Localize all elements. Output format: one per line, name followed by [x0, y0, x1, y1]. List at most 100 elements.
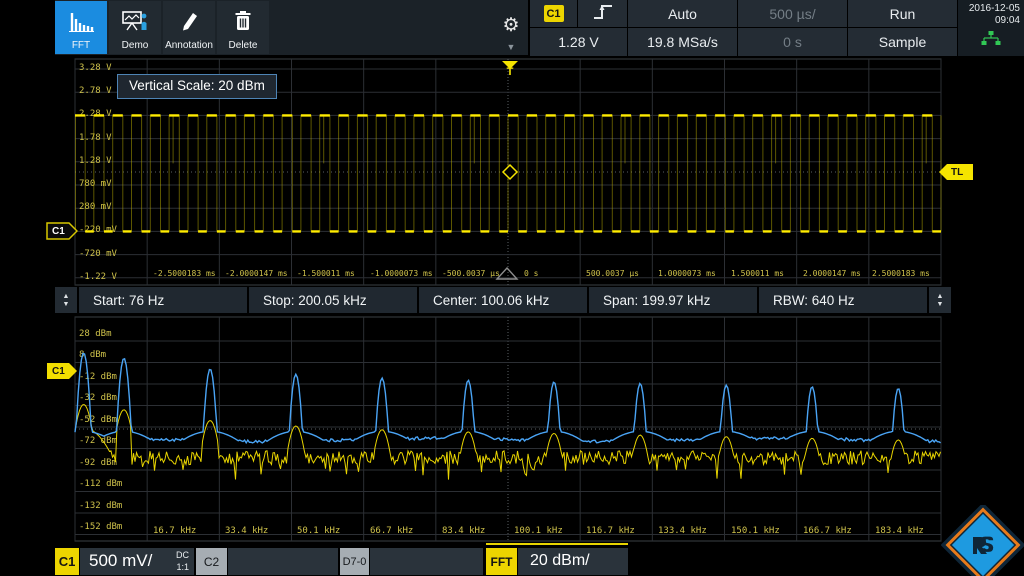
fft-bar-left-spinner[interactable]: ▲▼: [55, 287, 77, 313]
fft-info-bar: ▲▼ Start: 76 Hz Stop: 200.05 kHz Center:…: [55, 287, 951, 313]
dbm-label: -52 dBm: [79, 415, 117, 425]
freq-label: 100.1 kHz: [514, 526, 563, 536]
settings-gear-icon[interactable]: ⚙: [498, 12, 524, 38]
fft-bar-right-spinner[interactable]: ▲▼: [929, 287, 951, 313]
horizontal-position-cell[interactable]: 0 s: [738, 28, 847, 56]
fft-badge[interactable]: FFT: [486, 548, 517, 575]
trash-icon: [234, 1, 252, 40]
sample-rate-cell[interactable]: 19.8 MSa/s: [628, 28, 737, 56]
trigger-slope-cell[interactable]: [578, 0, 627, 27]
c1-channel-offset-marker[interactable]: C1: [46, 222, 78, 240]
trigger-mode-cell[interactable]: Auto: [628, 0, 737, 27]
dbm-label: -112 dBm: [79, 479, 122, 489]
annotation-button[interactable]: Annotation: [163, 1, 215, 54]
freq-label: 50.1 kHz: [297, 526, 340, 536]
t-label: -1.500011 ms: [297, 269, 355, 278]
dbm-label: -132 dBm: [79, 501, 122, 511]
t-label: -2.0000147 ms: [225, 269, 288, 278]
delete-button[interactable]: Delete: [217, 1, 269, 54]
v-label: 1.28 V: [79, 156, 112, 166]
trigger-position-marker[interactable]: T: [500, 57, 520, 81]
t-label: 2.0000147 ms: [803, 269, 861, 278]
c1-channel-badge[interactable]: C1: [55, 548, 79, 575]
timebase-cell[interactable]: 500 µs/: [738, 0, 847, 27]
t-label: -500.0037 µs: [442, 269, 500, 278]
c1-fft-channel-marker[interactable]: C1: [46, 362, 78, 380]
fft-scale-cell[interactable]: 20 dBm/: [518, 548, 628, 575]
freq-label: 66.7 kHz: [370, 526, 413, 536]
toolbar-collapse-arrow[interactable]: ▼: [504, 42, 518, 52]
c2-scale-cell[interactable]: [228, 548, 338, 575]
t-label: 0 s: [524, 269, 538, 278]
t-label: -2.5000183 ms: [153, 269, 216, 278]
t-label: 1.0000073 ms: [658, 269, 716, 278]
t-label: 2.5000183 ms: [872, 269, 930, 278]
dbm-label: -152 dBm: [79, 522, 122, 532]
tooltip-text: Vertical Scale: 20 dBm: [129, 78, 265, 93]
fft-selected-underline: [486, 543, 628, 545]
demo-presentation-icon: [121, 1, 149, 40]
trigger-level-cell[interactable]: 1.28 V: [530, 28, 627, 56]
v-label: 2.78 V: [79, 86, 112, 96]
freq-label: 166.7 kHz: [803, 526, 852, 536]
v-label: 280 mV: [79, 202, 112, 212]
c1-scale-cell[interactable]: 500 mV/ DC 1:1: [80, 548, 194, 575]
v-label: 2.28 V: [79, 109, 112, 119]
trigger-source-cell[interactable]: C1: [530, 0, 577, 27]
dbm-label: 8 dBm: [79, 350, 106, 360]
digital-channels-badge[interactable]: D7-0: [340, 548, 369, 575]
network-icon: [980, 31, 1002, 51]
c2-channel-badge[interactable]: C2: [196, 548, 227, 575]
t-label: 500.0037 µs: [586, 269, 639, 278]
run-state-cell[interactable]: Run: [848, 0, 957, 27]
fft-stop-cell[interactable]: Stop: 200.05 kHz: [249, 287, 417, 313]
oscilloscope-screen: FFT Demo Annotation: [0, 0, 1024, 576]
c1-coupling: DC: [176, 550, 189, 560]
fft-center-cell[interactable]: Center: 100.06 kHz: [419, 287, 587, 313]
v-label: -720 mV: [79, 249, 117, 259]
dbm-label: -92 dBm: [79, 458, 117, 468]
demo-button[interactable]: Demo: [109, 1, 161, 54]
dbm-label: -12 dBm: [79, 372, 117, 382]
freq-label: 116.7 kHz: [586, 526, 635, 536]
dbm-label: 28 dBm: [79, 329, 112, 339]
trigger-level-marker[interactable]: TL: [938, 163, 974, 181]
fft-button-label: FFT: [72, 40, 90, 51]
fft-scale-value: 20 dBm/: [530, 552, 590, 570]
v-label: -1.22 V: [79, 272, 117, 282]
c1-offset-marker-label: C1: [46, 222, 84, 240]
bottom-channel-bar: C1 500 mV/ DC 1:1 C2 D7-0 FFT 20 dBm/: [0, 545, 1024, 576]
rising-edge-icon: [592, 3, 614, 24]
fft-start-cell[interactable]: Start: 76 Hz: [79, 287, 247, 313]
status-grid: C1 Auto 500 µs/ Run 1.28 V 19.8 MSa/s 0 …: [530, 0, 1024, 57]
v-label: 1.78 V: [79, 133, 112, 143]
time-reference-marker[interactable]: [494, 266, 520, 282]
digital-channels-cell[interactable]: [370, 548, 483, 575]
c1-scale-value: 500 mV/: [89, 551, 152, 571]
dbm-label: -72 dBm: [79, 436, 117, 446]
pencil-icon: [178, 1, 200, 40]
trigger-source-badge: C1: [544, 5, 564, 22]
demo-button-label: Demo: [122, 40, 149, 51]
freq-label: 133.4 kHz: [658, 526, 707, 536]
rs-logo: [941, 505, 1024, 576]
date-label: 2016-12-05: [969, 3, 1020, 15]
fft-button[interactable]: FFT: [55, 1, 107, 54]
acquisition-mode-cell[interactable]: Sample: [848, 28, 957, 56]
datetime-cell[interactable]: 2016-12-05 09:04: [958, 0, 1024, 56]
t-label: 1.500011 ms: [731, 269, 784, 278]
fft-span-cell[interactable]: Span: 199.97 kHz: [589, 287, 757, 313]
annotation-button-label: Annotation: [165, 40, 213, 51]
c1-fft-marker-label: C1: [46, 362, 84, 380]
t-label: -1.0000073 ms: [370, 269, 433, 278]
vertical-scale-tooltip: Vertical Scale: 20 dBm: [117, 74, 277, 99]
toolbar: FFT Demo Annotation: [0, 0, 530, 57]
v-label: 780 mV: [79, 179, 112, 189]
dbm-label: -32 dBm: [79, 393, 117, 403]
freq-label: 183.4 kHz: [875, 526, 924, 536]
trigger-marker-label: T: [500, 66, 520, 78]
trigger-level-marker-label: TL: [938, 163, 987, 181]
freq-label: 16.7 kHz: [153, 526, 196, 536]
fft-rbw-cell[interactable]: RBW: 640 Hz: [759, 287, 927, 313]
freq-label: 33.4 kHz: [225, 526, 268, 536]
